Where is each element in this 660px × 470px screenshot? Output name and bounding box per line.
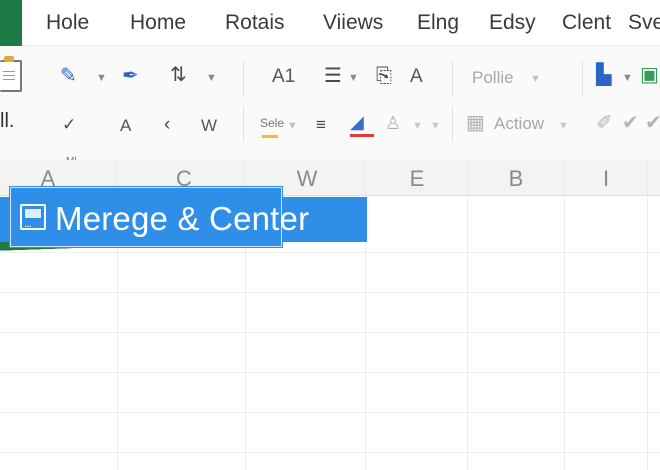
tab-hole[interactable]: Hole [46, 11, 89, 35]
chart-icon[interactable]: ▙ [596, 65, 611, 85]
sort-icon[interactable]: ⇅ [170, 65, 187, 85]
chevron-down-icon[interactable]: ▼ [96, 72, 107, 84]
chevron-down-icon[interactable]: ▼ [558, 120, 569, 132]
highlight-color-bar [262, 135, 278, 138]
grid-line [647, 160, 648, 470]
font-selector[interactable]: Pollie [472, 68, 514, 88]
lt-icon[interactable]: ‹ [164, 115, 170, 134]
tab-sve[interactable]: Sve [628, 11, 660, 35]
lines-icon[interactable]: ☰ [324, 66, 342, 86]
check-icon[interactable]: ✔ [645, 113, 660, 133]
chevron-down-icon[interactable]: ▼ [348, 72, 359, 84]
table-icon[interactable]: ▦ [466, 113, 485, 133]
grid-line [0, 412, 660, 413]
grid-line [564, 160, 565, 470]
merge-center-label: Merege & Center [55, 200, 310, 237]
check-icon[interactable]: ✔ [622, 113, 639, 133]
chevron-down-icon[interactable]: ▼ [206, 72, 217, 84]
action-selector[interactable]: Actiow [494, 114, 544, 134]
menu-bar: Hole Home Rotais Viiews Elng Edsy Clent … [0, 0, 660, 46]
align-icon[interactable]: ≡ [316, 116, 326, 133]
column-header-i[interactable]: I [586, 166, 626, 192]
ribbon-divider [452, 106, 453, 142]
person-icon[interactable]: ♙ [385, 114, 401, 132]
grid-line [0, 292, 660, 293]
chevron-down-icon[interactable]: ▼ [412, 120, 423, 132]
merge-center-button[interactable]: Merege & Center [10, 187, 309, 247]
tab-views[interactable]: Viiews [323, 11, 383, 35]
cell-reference: A1 [272, 66, 296, 87]
fill-color-icon[interactable]: ◢ [350, 113, 364, 131]
style-selector[interactable]: Sele [260, 116, 284, 130]
ribbon-divider [452, 60, 453, 96]
pen-icon[interactable]: ✒ [122, 66, 139, 86]
ribbon-divider [582, 60, 583, 96]
chevron-down-icon[interactable]: ▼ [430, 120, 441, 132]
chevron-down-icon[interactable]: ▼ [287, 120, 298, 132]
tab-edsy[interactable]: Edsy [489, 11, 536, 35]
chevron-down-icon[interactable]: ▼ [530, 73, 541, 85]
merge-cells-icon [20, 204, 46, 230]
grid-line [0, 452, 660, 453]
tab-rotais[interactable]: Rotais [225, 11, 285, 35]
tab-home[interactable]: Home [130, 11, 186, 35]
column-header-w[interactable]: W [287, 166, 327, 192]
grid-line [467, 160, 468, 470]
ribbon-divider [243, 106, 244, 142]
font-a-button[interactable]: A [410, 66, 423, 88]
font-size-a-button[interactable]: A [120, 116, 131, 136]
app-logo-tile [0, 0, 22, 46]
paste-icon[interactable] [0, 56, 22, 92]
check-icon[interactable]: ✓ [62, 116, 76, 133]
image-icon[interactable]: ▣ [640, 65, 659, 85]
tab-elng[interactable]: Elng [417, 11, 459, 35]
ribbon: ll. ✎ ▼ ✒ ⇅ ▼ A1 ☰ ▼ ⎘ A Pollie ▼ ▙ ▼ ▣ … [0, 46, 660, 167]
column-header-e[interactable]: E [397, 166, 437, 192]
ribbon-divider [243, 60, 244, 96]
pencil-icon[interactable]: ✐ [596, 113, 613, 133]
wrap-w-button[interactable]: W [201, 116, 217, 136]
brush-icon[interactable]: ✎ [60, 66, 77, 86]
doc-icon[interactable]: ⎘ [376, 66, 392, 86]
chevron-down-icon[interactable]: ▼ [622, 72, 633, 84]
column-header-b[interactable]: B [496, 166, 536, 192]
fill-color-bar [350, 134, 374, 137]
ribbon-fragment: ll. [0, 110, 15, 132]
tab-clent[interactable]: Clent [562, 11, 611, 35]
grid-line [0, 372, 660, 373]
grid-line [0, 332, 660, 333]
